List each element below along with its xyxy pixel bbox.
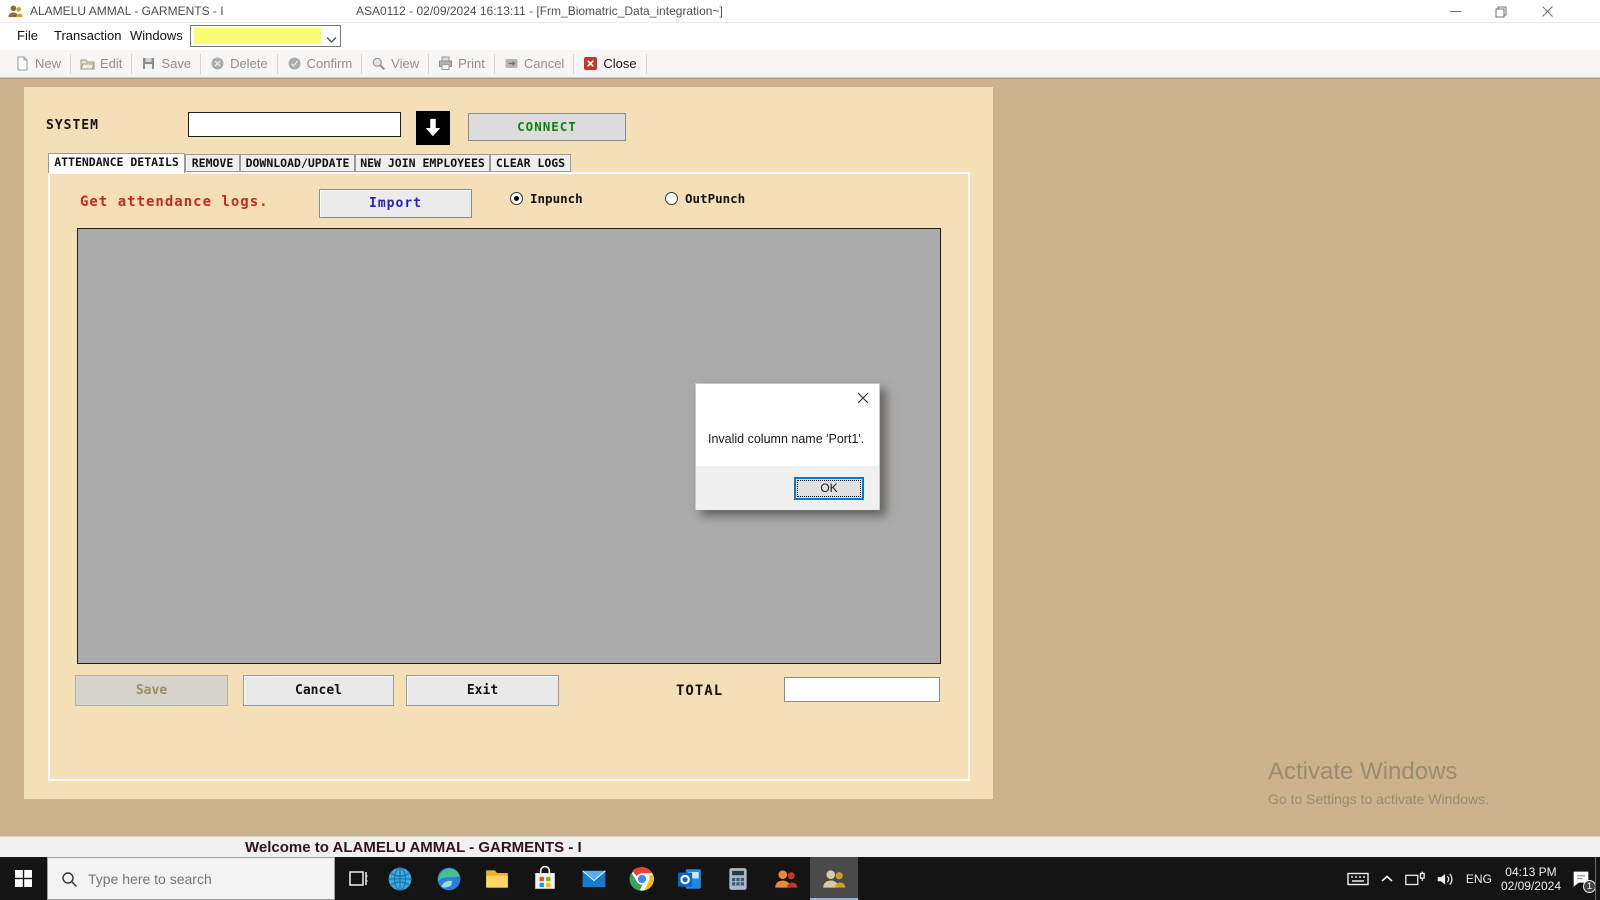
connect-button[interactable]: CONNECT — [468, 113, 626, 141]
volume-icon[interactable] — [1435, 868, 1457, 890]
radio-selected-icon — [510, 192, 523, 205]
garments-app-icon[interactable] — [810, 865, 858, 892]
minimize-button[interactable] — [1434, 0, 1476, 23]
system-input[interactable] — [188, 112, 401, 137]
touch-keyboard-icon[interactable] — [1346, 867, 1370, 891]
tray-time: 04:13 PM — [1501, 865, 1561, 879]
file-explorer-icon[interactable] — [473, 865, 521, 892]
menu-bar: File Transaction Windows — [0, 23, 1600, 50]
ok-button[interactable]: OK — [794, 477, 864, 500]
tab-attendance-details[interactable]: ATTENDANCE DETAILS — [48, 153, 185, 173]
title-bar: ALAMELU AMMAL - GARMENTS - I ASA0112 - 0… — [0, 0, 1600, 23]
new-button[interactable]: New — [6, 52, 70, 76]
welcome-status-text: Welcome to ALAMELU AMMAL - GARMENTS - I — [245, 839, 582, 856]
microsoft-store-icon[interactable] — [521, 865, 569, 892]
notification-center-icon[interactable]: 1 — [1570, 868, 1592, 890]
tab-new-join-employees[interactable]: NEW JOIN EMPLOYEES — [355, 154, 490, 172]
mail-icon[interactable] — [570, 865, 618, 892]
edit-button[interactable]: Edit — [71, 52, 131, 76]
chevron-down-icon — [326, 31, 337, 49]
confirm-icon — [287, 56, 302, 71]
status-bar: Welcome to ALAMELU AMMAL - GARMENTS - I — [0, 836, 1600, 857]
show-desktop-button[interactable] — [1595, 857, 1600, 900]
dialog-close-icon[interactable] — [855, 390, 871, 406]
people-app-icon[interactable] — [762, 865, 810, 892]
menu-transaction[interactable]: Transaction — [54, 28, 121, 43]
print-icon — [438, 56, 453, 71]
import-button[interactable]: Import — [319, 189, 472, 218]
close-icon — [583, 56, 598, 71]
menu-windows[interactable]: Windows — [130, 28, 183, 43]
clock[interactable]: 04:13 PM 02/09/2024 — [1501, 865, 1561, 893]
delete-icon — [210, 56, 225, 71]
toolbar: New Edit Save Delete Confirm View — [0, 50, 1600, 78]
confirm-button[interactable]: Confirm — [278, 52, 362, 76]
load-systems-button[interactable] — [416, 111, 450, 145]
edge-icon[interactable] — [425, 865, 473, 892]
close-window-button[interactable] — [1526, 0, 1568, 23]
save-form-button[interactable]: Save — [75, 675, 228, 706]
cancel-icon — [504, 56, 519, 71]
calculator-icon[interactable] — [714, 865, 762, 892]
chrome-icon[interactable] — [618, 865, 666, 892]
new-icon — [15, 56, 30, 71]
start-button[interactable] — [0, 857, 47, 900]
windows-logo-icon — [15, 870, 32, 887]
dialog-message: Invalid column name 'Port1'. — [708, 432, 864, 446]
app-icon — [7, 3, 24, 20]
search-input[interactable] — [88, 858, 328, 899]
tray-chevron-up-icon[interactable] — [1379, 871, 1395, 887]
outpunch-radio[interactable]: OutPunch — [665, 191, 745, 206]
windows-combobox[interactable] — [190, 25, 341, 47]
search-icon — [61, 871, 78, 893]
get-attendance-logs-label: Get attendance logs. — [80, 194, 269, 210]
taskbar: ENG 04:13 PM 02/09/2024 1 — [0, 857, 1600, 900]
close-button[interactable]: Close — [574, 52, 645, 76]
screen: ALAMELU AMMAL - GARMENTS - I ASA0112 - 0… — [0, 0, 1600, 900]
tab-remove[interactable]: REMOVE — [185, 154, 240, 172]
exit-form-button[interactable]: Exit — [406, 675, 559, 706]
cancel-button[interactable]: Cancel — [495, 52, 573, 76]
total-input[interactable] — [784, 677, 940, 702]
tab-clear-logs[interactable]: CLEAR LOGS — [490, 154, 571, 172]
network-icon[interactable] — [1404, 868, 1426, 890]
language-indicator[interactable]: ENG — [1466, 872, 1492, 886]
edit-icon — [80, 56, 95, 71]
view-button[interactable]: View — [362, 52, 428, 76]
error-dialog: Invalid column name 'Port1'. OK — [695, 383, 880, 510]
combobox-value — [194, 28, 321, 44]
window-title: ALAMELU AMMAL - GARMENTS - I — [30, 4, 224, 18]
print-button[interactable]: Print — [429, 52, 494, 76]
tray-date: 02/09/2024 — [1501, 879, 1561, 893]
view-icon — [371, 56, 386, 71]
down-arrow-icon — [422, 117, 444, 139]
tab-download-update[interactable]: DOWNLOAD/UPDATE — [240, 154, 355, 172]
system-label: SYSTEM — [46, 118, 99, 133]
menu-file[interactable]: File — [17, 28, 38, 43]
internet-explorer-icon[interactable] — [376, 865, 424, 892]
save-button[interactable]: Save — [132, 52, 200, 76]
inpunch-radio[interactable]: Inpunch — [510, 191, 583, 206]
radio-unselected-icon — [665, 192, 678, 205]
session-title: ASA0112 - 02/09/2024 16:13:11 - [Frm_Bio… — [356, 4, 723, 18]
restore-button[interactable] — [1480, 0, 1522, 23]
total-label: TOTAL — [676, 683, 723, 699]
taskbar-search[interactable] — [47, 857, 335, 900]
save-icon — [141, 56, 156, 71]
task-view-button[interactable] — [334, 865, 382, 892]
outlook-icon[interactable] — [666, 865, 714, 892]
system-tray: ENG 04:13 PM 02/09/2024 1 — [1346, 857, 1592, 900]
activate-windows-watermark: Activate Windows Go to Settings to activ… — [1268, 758, 1489, 807]
delete-button[interactable]: Delete — [201, 52, 277, 76]
cancel-form-button[interactable]: Cancel — [243, 675, 394, 706]
